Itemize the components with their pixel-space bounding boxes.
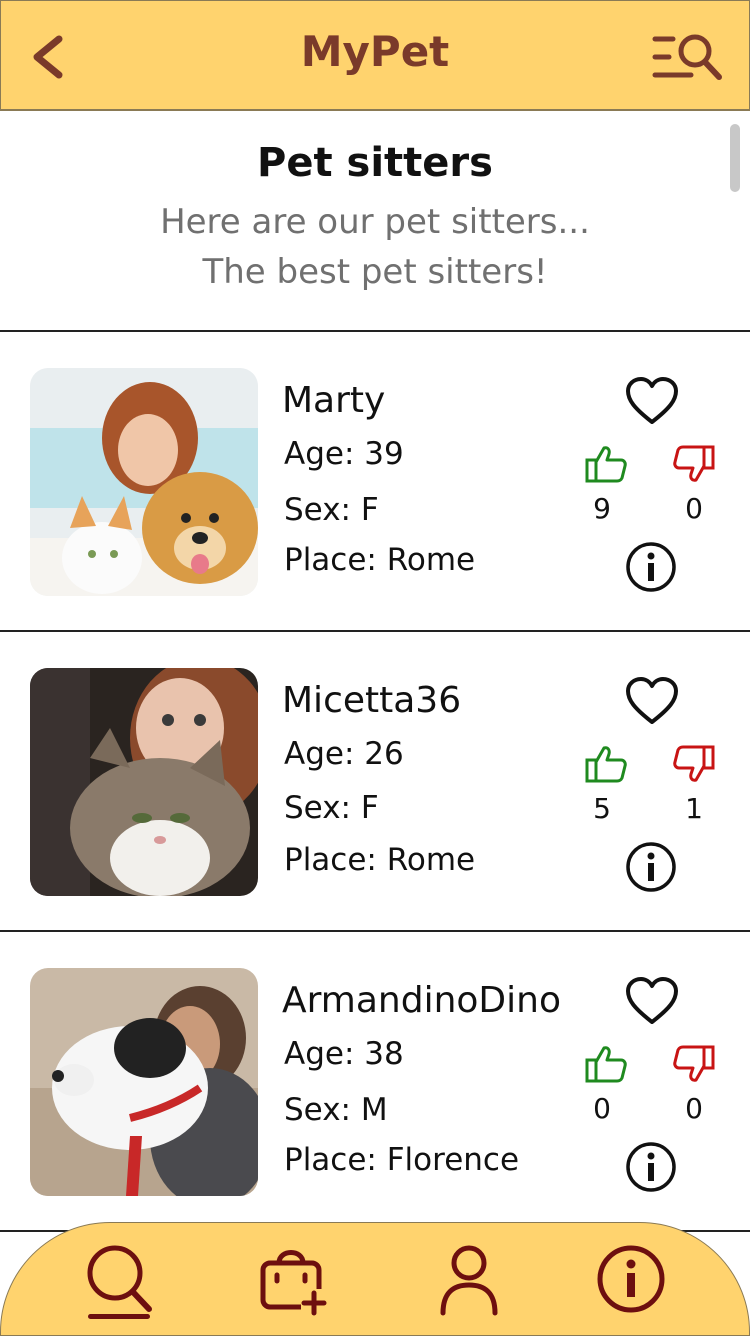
likes-count: 9 bbox=[593, 492, 611, 525]
sitter-age: Age: 38 bbox=[284, 1036, 404, 1072]
sitter-sex: Sex: F bbox=[284, 790, 379, 826]
thumb-down-icon[interactable] bbox=[672, 444, 716, 484]
sitter-card[interactable]: Micetta36 Age: 26 Sex: F Place: Rome 5 1 bbox=[0, 632, 750, 932]
dislikes-count: 1 bbox=[685, 792, 703, 825]
sitter-age: Age: 39 bbox=[284, 436, 404, 472]
app-header: MyPet bbox=[0, 0, 750, 111]
info-icon[interactable] bbox=[624, 840, 678, 894]
search-icon[interactable] bbox=[83, 1241, 155, 1317]
heart-icon[interactable] bbox=[624, 976, 680, 1026]
page-title: Pet sitters bbox=[257, 140, 493, 186]
intro-line-2: The best pet sitters! bbox=[202, 252, 548, 292]
thumb-down-icon[interactable] bbox=[672, 744, 716, 784]
sitter-name: Marty bbox=[282, 380, 386, 421]
sitter-photo bbox=[30, 368, 258, 596]
heart-icon[interactable] bbox=[624, 376, 680, 426]
sitter-name: Micetta36 bbox=[282, 680, 462, 721]
sitter-place: Place: Rome bbox=[284, 842, 476, 878]
info-icon[interactable] bbox=[624, 1140, 678, 1194]
dislikes-count: 0 bbox=[685, 492, 703, 525]
sitter-photo bbox=[30, 968, 258, 1196]
bag-add-icon[interactable] bbox=[257, 1241, 329, 1317]
sitter-place: Place: Florence bbox=[284, 1142, 520, 1178]
scrollbar[interactable] bbox=[730, 124, 740, 192]
sitter-place: Place: Rome bbox=[284, 542, 476, 578]
info-icon[interactable] bbox=[624, 540, 678, 594]
thumb-up-icon[interactable] bbox=[584, 444, 628, 484]
likes-count: 0 bbox=[593, 1092, 611, 1125]
thumb-down-icon[interactable] bbox=[672, 1044, 716, 1084]
dislikes-count: 0 bbox=[685, 1092, 703, 1125]
sitter-sex: Sex: F bbox=[284, 492, 379, 528]
sitter-sex: Sex: M bbox=[284, 1092, 388, 1128]
sitter-card[interactable]: ArmandinoDino Age: 38 Sex: M Place: Flor… bbox=[0, 932, 750, 1232]
info-icon[interactable] bbox=[595, 1241, 667, 1317]
likes-count: 5 bbox=[593, 792, 611, 825]
intro-line-1: Here are our pet sitters... bbox=[160, 202, 590, 242]
sitter-name: ArmandinoDino bbox=[282, 980, 561, 1021]
app-title: MyPet bbox=[300, 27, 450, 76]
heart-icon[interactable] bbox=[624, 676, 680, 726]
sitter-card[interactable]: Marty Age: 39 Sex: F Place: Rome 9 0 bbox=[0, 332, 750, 632]
sitter-photo bbox=[30, 668, 258, 896]
intro-section: Pet sitters Here are our pet sitters... … bbox=[0, 110, 750, 332]
active-tab-indicator bbox=[88, 1314, 150, 1319]
sitter-age: Age: 26 bbox=[284, 736, 404, 772]
thumb-up-icon[interactable] bbox=[584, 744, 628, 784]
thumb-up-icon[interactable] bbox=[584, 1044, 628, 1084]
filter-search-icon[interactable] bbox=[651, 31, 725, 85]
user-icon[interactable] bbox=[433, 1241, 505, 1317]
